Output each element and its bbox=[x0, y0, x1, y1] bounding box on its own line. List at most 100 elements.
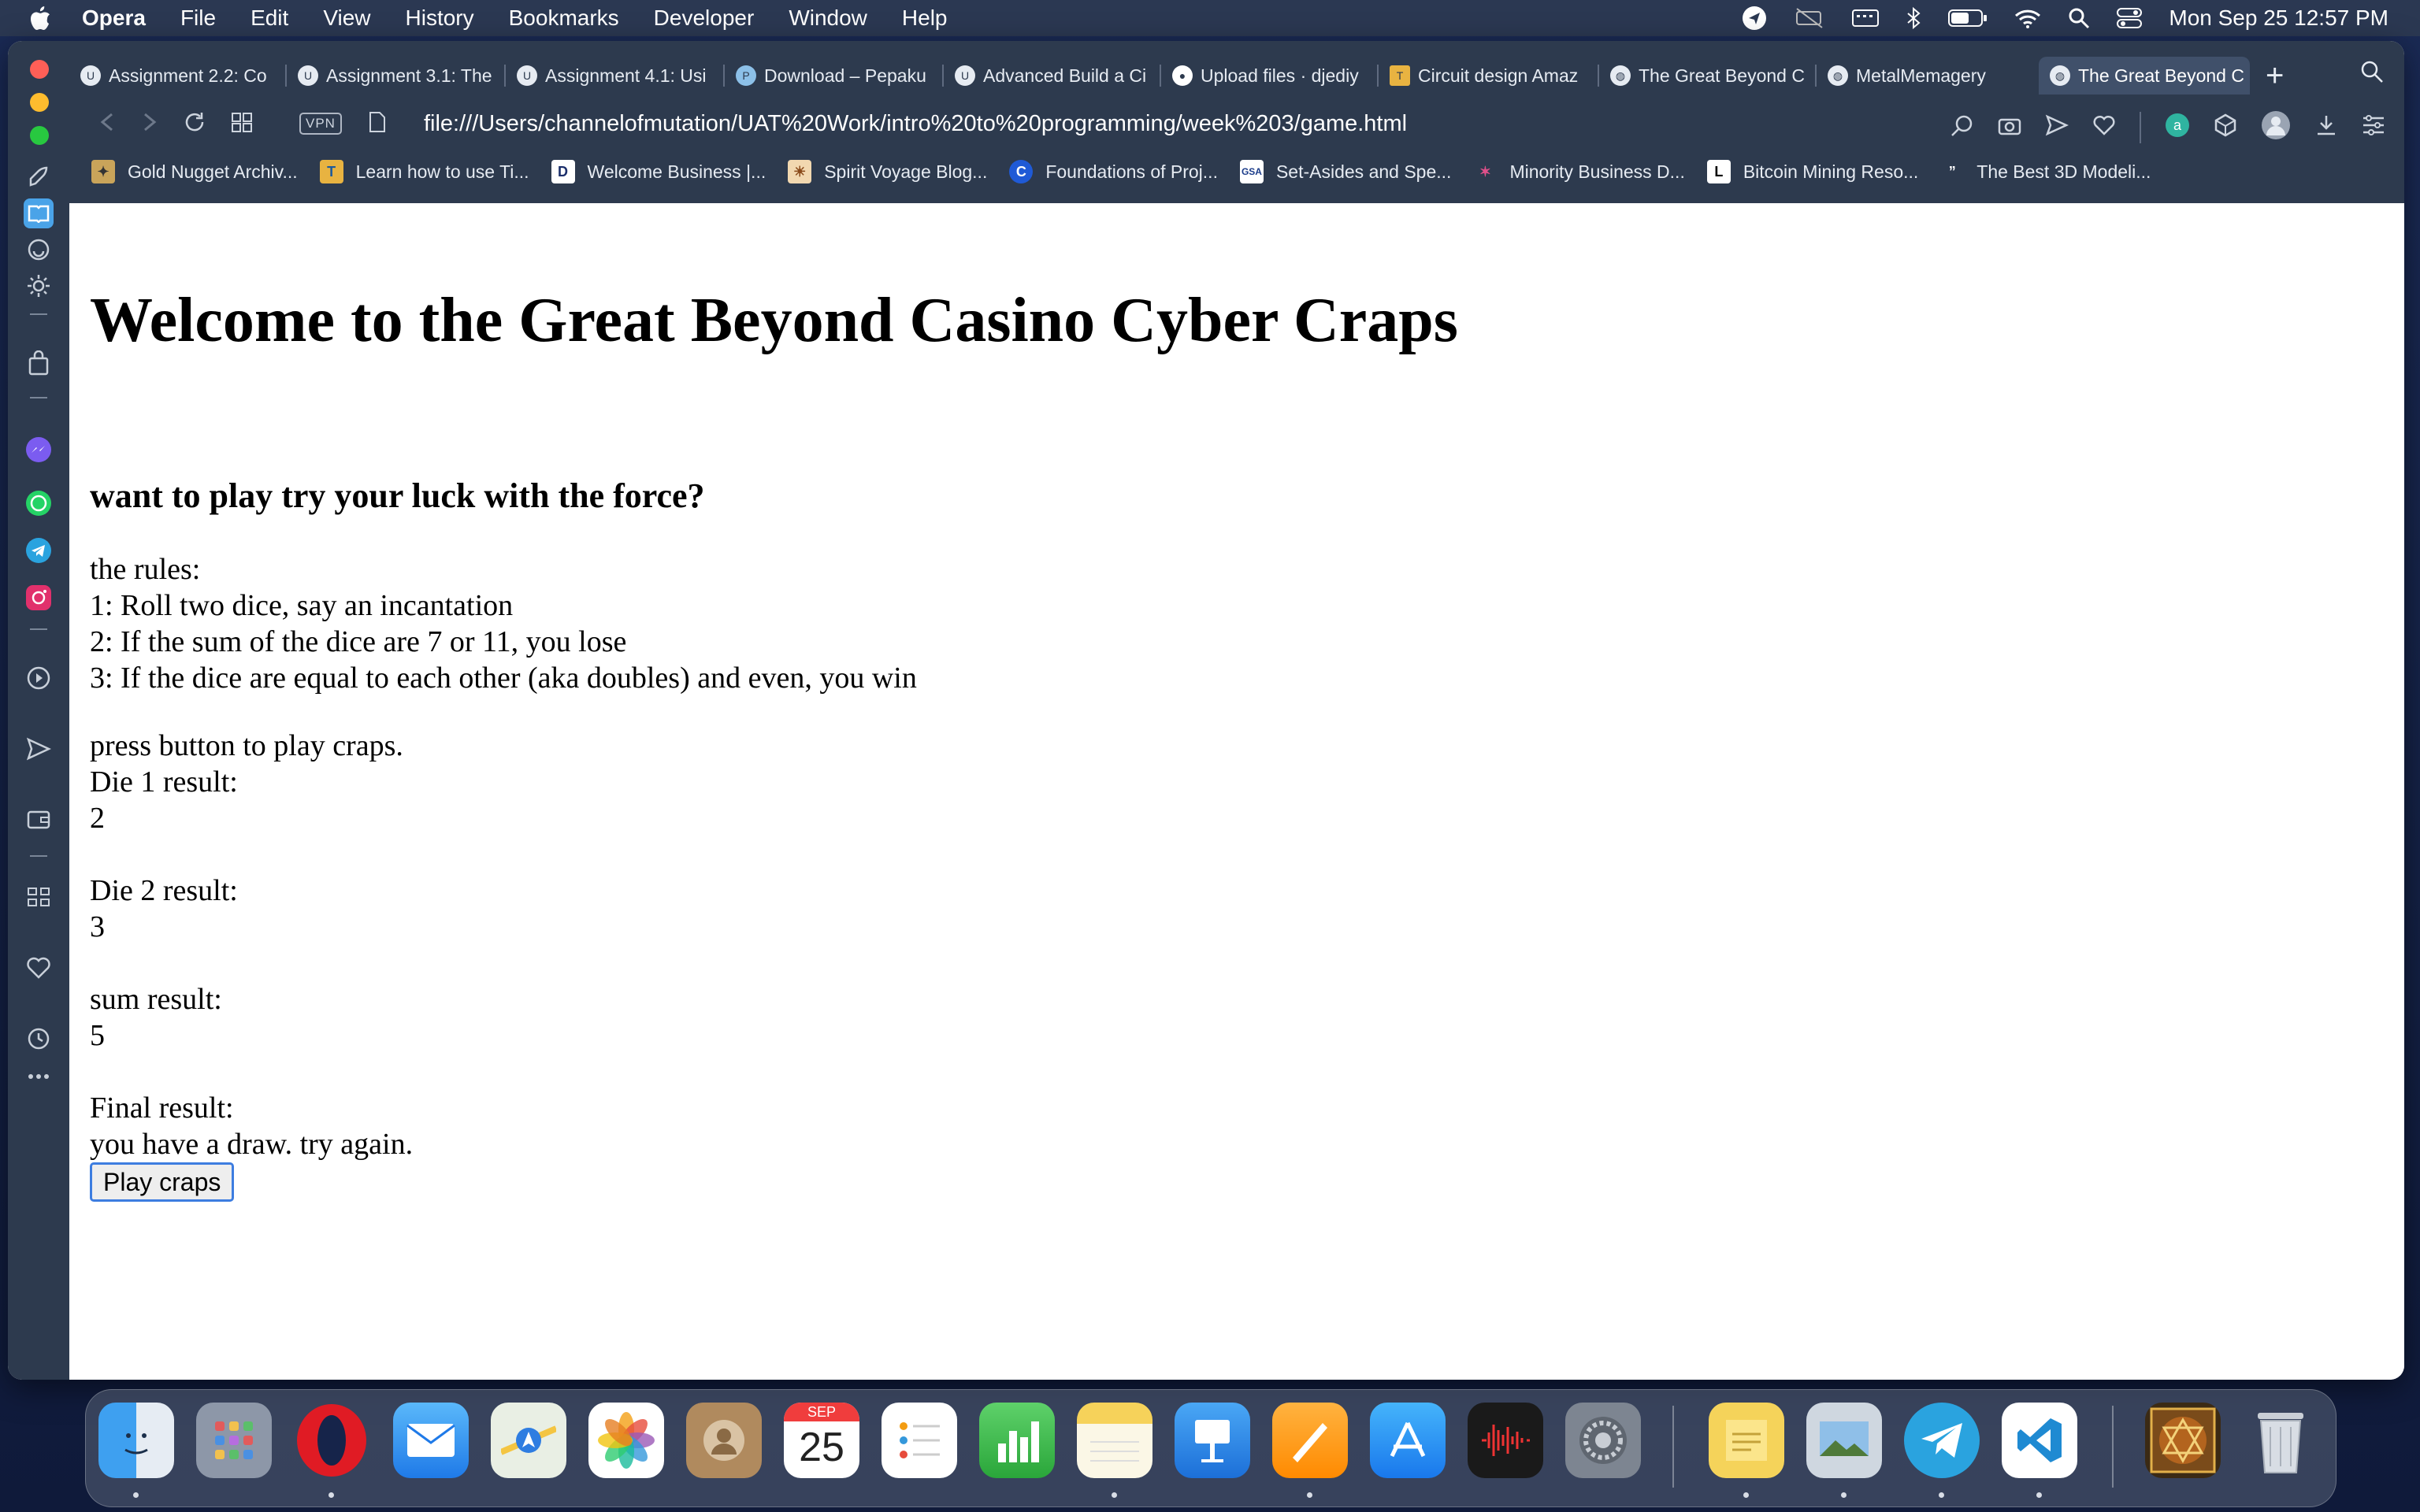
history-clock-icon[interactable] bbox=[24, 1024, 54, 1054]
opera-icon[interactable] bbox=[294, 1403, 369, 1478]
heart-icon[interactable] bbox=[24, 953, 54, 983]
send-icon[interactable] bbox=[24, 734, 54, 764]
menu-view[interactable]: View bbox=[323, 6, 370, 31]
bookmark-spirit-voyage[interactable]: ☀ Spirit Voyage Blog... bbox=[788, 160, 987, 183]
tab-download-pepakura[interactable]: P Download – Pepaku bbox=[725, 57, 944, 94]
back-icon[interactable] bbox=[98, 111, 117, 137]
launchpad-icon[interactable] bbox=[196, 1403, 272, 1478]
close-window-button[interactable] bbox=[30, 60, 49, 79]
maps-icon[interactable] bbox=[491, 1403, 566, 1478]
numbers-icon[interactable] bbox=[979, 1403, 1055, 1478]
instagram-icon[interactable] bbox=[24, 583, 54, 613]
tab-circuit-design[interactable]: T Circuit design Amaz bbox=[1379, 57, 1599, 94]
download-icon[interactable] bbox=[2314, 113, 2338, 141]
menu-edit[interactable]: Edit bbox=[251, 6, 288, 31]
easy-setup-menu-icon[interactable] bbox=[2362, 115, 2385, 139]
menu-window[interactable]: Window bbox=[789, 6, 867, 31]
send-to-flow-icon[interactable] bbox=[2045, 114, 2069, 140]
url-field[interactable]: file:///Users/channelofmutation/UAT%20Wo… bbox=[424, 111, 1407, 137]
bookmark-bitcoin-mining[interactable]: L Bitcoin Mining Reso... bbox=[1706, 160, 1918, 183]
zoom-window-button[interactable] bbox=[30, 126, 49, 145]
system-settings-icon[interactable] bbox=[1565, 1403, 1641, 1478]
menu-help[interactable]: Help bbox=[902, 6, 948, 31]
menu-developer[interactable]: Developer bbox=[654, 6, 755, 31]
telegram-sidebar-icon[interactable] bbox=[24, 536, 54, 565]
menu-bookmarks[interactable]: Bookmarks bbox=[509, 6, 619, 31]
rocket-icon[interactable] bbox=[24, 162, 54, 192]
pages-icon[interactable] bbox=[1272, 1403, 1348, 1478]
app-store-icon[interactable] bbox=[1370, 1403, 1446, 1478]
player-icon[interactable] bbox=[24, 663, 54, 693]
finder-icon[interactable] bbox=[98, 1403, 174, 1478]
smiley-icon[interactable] bbox=[24, 235, 54, 265]
menu-app-opera[interactable]: Opera bbox=[82, 6, 146, 31]
play-craps-button[interactable]: Play craps bbox=[90, 1162, 235, 1202]
extensions-cube-icon[interactable] bbox=[2214, 113, 2237, 141]
tab-assignment-3-1[interactable]: U Assignment 3.1: The bbox=[287, 57, 506, 94]
wallet-icon[interactable] bbox=[24, 805, 54, 835]
mute-icon[interactable] bbox=[1794, 7, 1825, 29]
tab-great-beyond-active[interactable]: ◍ The Great Beyond C bbox=[2039, 57, 2250, 94]
apple-logo-icon[interactable] bbox=[28, 5, 60, 32]
contacts-icon[interactable] bbox=[686, 1403, 762, 1478]
tab-upload-files[interactable]: ● Upload files · djediy bbox=[1161, 57, 1379, 94]
notes-icon[interactable] bbox=[1077, 1403, 1152, 1478]
sri-yantra-image-icon[interactable] bbox=[2145, 1403, 2221, 1478]
bookmark-foundations[interactable]: C Foundations of Proj... bbox=[1009, 160, 1218, 183]
photos-icon[interactable] bbox=[588, 1403, 664, 1478]
tab-great-beyond-1[interactable]: ◍ The Great Beyond C bbox=[1599, 57, 1817, 94]
spotlight-search-icon[interactable] bbox=[2068, 7, 2090, 29]
battery-icon[interactable] bbox=[1948, 8, 1988, 28]
speed-dial-icon[interactable] bbox=[24, 882, 54, 912]
new-tab-button[interactable]: + bbox=[2266, 58, 2284, 94]
bookmark-3d-modeling[interactable]: ” The Best 3D Modeli... bbox=[1940, 160, 2151, 183]
bookmark-gold-nugget[interactable]: ✦ Gold Nugget Archiv... bbox=[91, 160, 298, 183]
zoom-search-icon[interactable] bbox=[1950, 113, 1974, 141]
calendar-icon[interactable]: SEP 25 bbox=[784, 1403, 859, 1478]
bluetooth-icon[interactable] bbox=[1906, 6, 1921, 30]
tab-assignment-2-2[interactable]: U Assignment 2.2: Co bbox=[69, 57, 287, 94]
menu-file[interactable]: File bbox=[180, 6, 216, 31]
mail-icon[interactable] bbox=[393, 1403, 469, 1478]
trash-icon[interactable] bbox=[2243, 1403, 2318, 1478]
tab-metalmemagery[interactable]: ◍ MetalMemagery bbox=[1817, 57, 2039, 94]
control-center-icon[interactable] bbox=[2117, 7, 2143, 29]
more-dots-icon[interactable] bbox=[24, 1062, 54, 1091]
shopping-bag-icon[interactable] bbox=[24, 348, 54, 378]
tab-advanced-build[interactable]: U Advanced Build a Ci bbox=[944, 57, 1161, 94]
vscode-icon[interactable] bbox=[2002, 1403, 2077, 1478]
tab-assignment-4-1[interactable]: U Assignment 4.1: Usi bbox=[506, 57, 725, 94]
messenger-icon[interactable] bbox=[24, 435, 54, 465]
menu-history[interactable]: History bbox=[406, 6, 474, 31]
aria-icon[interactable]: a bbox=[2165, 113, 2190, 142]
stickies-icon[interactable] bbox=[1709, 1403, 1784, 1478]
camera-icon[interactable] bbox=[1998, 115, 2021, 139]
file-page-icon[interactable] bbox=[369, 111, 386, 137]
bookmark-minority-business[interactable]: ✶ Minority Business D... bbox=[1473, 160, 1685, 183]
bookmark-welcome-business[interactable]: D Welcome Business |... bbox=[551, 160, 766, 183]
forward-icon[interactable] bbox=[140, 111, 159, 137]
vpn-badge[interactable]: VPN bbox=[299, 113, 342, 135]
reminders-icon[interactable] bbox=[882, 1403, 957, 1478]
profile-avatar-icon[interactable] bbox=[2261, 110, 2291, 144]
bookmark-heart-icon[interactable] bbox=[2092, 114, 2116, 140]
sun-icon[interactable] bbox=[24, 271, 54, 301]
tab-snapshot-icon[interactable] bbox=[230, 110, 254, 138]
play-prompt: press button to play craps. bbox=[90, 729, 403, 762]
keynote-icon[interactable] bbox=[1175, 1403, 1250, 1478]
preview-icon[interactable] bbox=[1806, 1403, 1882, 1478]
keyboard-icon[interactable] bbox=[1852, 8, 1880, 28]
sidebar-divider bbox=[30, 397, 47, 398]
menu-clock[interactable]: Mon Sep 25 12:57 PM bbox=[2169, 6, 2388, 31]
minimize-window-button[interactable] bbox=[30, 93, 49, 112]
whatsapp-icon[interactable] bbox=[24, 488, 54, 518]
voice-memos-icon[interactable] bbox=[1468, 1403, 1543, 1478]
telegram-icon[interactable] bbox=[1904, 1403, 1980, 1478]
reload-icon[interactable] bbox=[183, 110, 206, 138]
bookmark-set-asides[interactable]: GSA Set-Asides and Spe... bbox=[1239, 160, 1451, 183]
wifi-icon[interactable] bbox=[2014, 8, 2041, 28]
location-arrow-icon[interactable] bbox=[1742, 6, 1767, 31]
tab-search-icon[interactable] bbox=[2360, 60, 2384, 87]
reader-icon[interactable] bbox=[24, 198, 54, 228]
bookmark-learn-tinkercad[interactable]: T Learn how to use Ti... bbox=[319, 160, 529, 183]
